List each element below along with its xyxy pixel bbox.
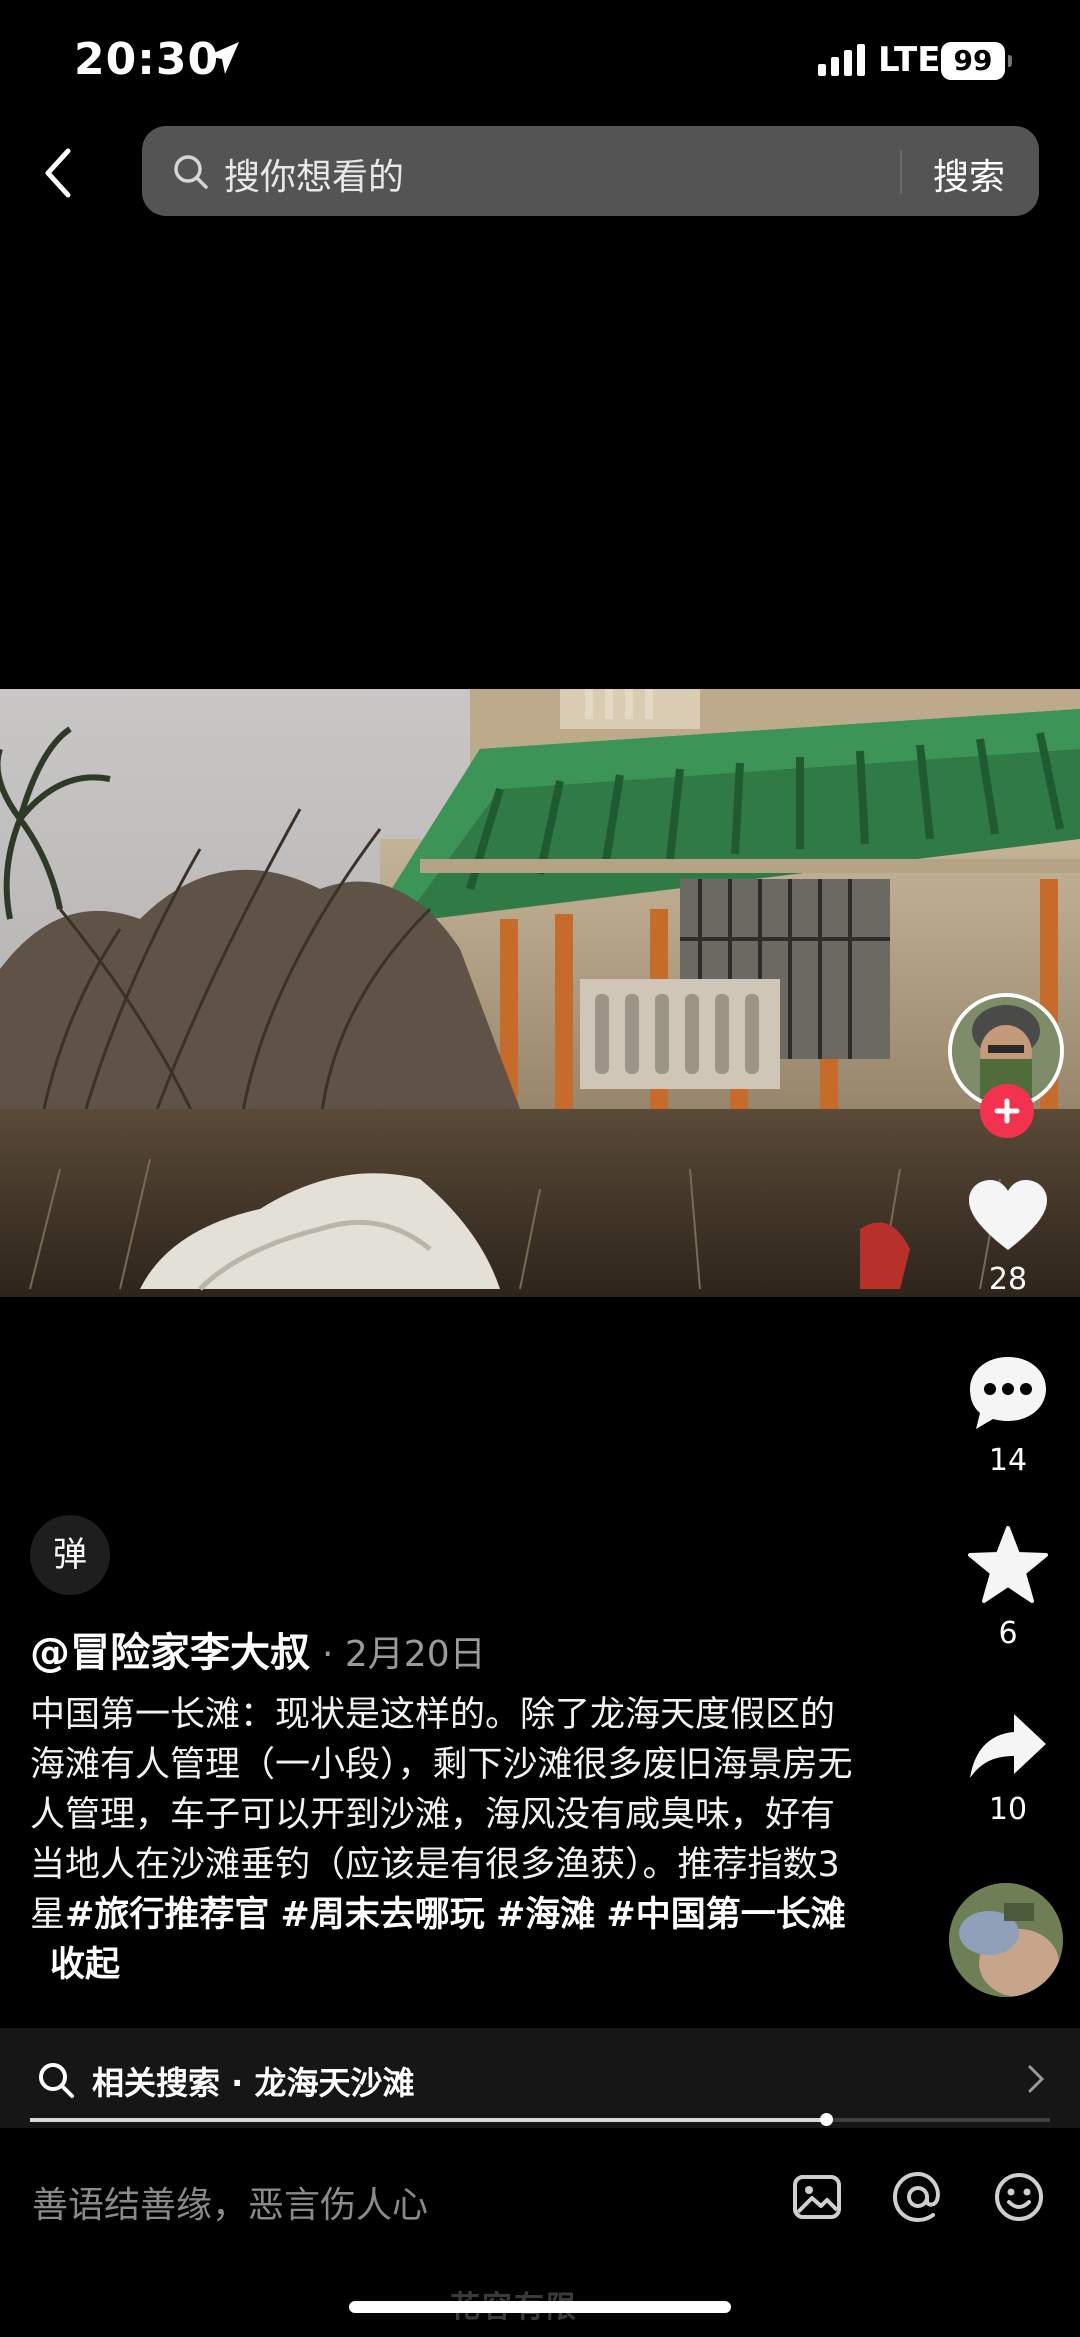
star-icon [968,1526,1048,1603]
hashtag[interactable]: #周末去哪玩 [280,1895,484,1935]
search-button[interactable]: 搜索 [933,148,1005,200]
home-indicator[interactable] [349,2301,731,2313]
progress-knob[interactable] [819,2113,833,2126]
location-arrow-icon [207,42,239,74]
hashtag[interactable]: #旅行推荐官 [65,1895,269,1935]
search-divider [900,150,902,194]
emoji-icon[interactable] [992,2170,1046,2224]
like-count: 28 [988,1262,1028,1297]
mention-at-icon[interactable] [891,2170,945,2224]
network-type: LTE [878,40,941,80]
comment-count: 14 [988,1443,1028,1478]
video-progress-bar[interactable] [30,2113,1050,2126]
share-count: 10 [988,1792,1028,1827]
related-search-text: 相关搜索 · 龙海天沙滩 [92,2064,415,2102]
share-arrow-icon [970,1714,1046,1778]
music-disc[interactable] [949,1883,1063,1997]
follow-button[interactable] [980,1084,1034,1138]
hashtag[interactable]: #中国第一长滩 [606,1895,845,1935]
comment-button[interactable]: 14 [960,1353,1056,1478]
related-search-bar[interactable]: 相关搜索 · 龙海天沙滩 [0,2028,1080,2128]
author-line: @冒险家李大叔 · 2月20日 [30,1620,486,1678]
heart-icon [969,1180,1047,1250]
status-time: 20:30 [74,34,220,85]
video-player[interactable] [0,689,1080,1297]
comment-input[interactable]: 善语结善缘，恶言伤人心 [32,2176,428,2228]
search-bar[interactable]: 搜你想看的 搜索 [142,126,1039,216]
cellular-signal-icon [818,44,865,76]
search-icon [39,2063,74,2098]
battery-indicator: 99 [941,42,1012,80]
video-feed-screen: 20:30 LTE 99 搜你想看的 搜索 28 14 6 10 弹 @冒险家李… [0,0,1080,2337]
favorite-count: 6 [998,1616,1018,1651]
like-button[interactable]: 28 [960,1178,1056,1297]
comment-bubble-icon [970,1357,1046,1429]
collapse-link[interactable]: 收起 [50,1945,120,1985]
post-caption: 中国第一长滩：现状是这样的。除了龙海天度假区的海滩有人管理（一小段），剩下沙滩很… [30,1690,860,1990]
music-disc-image [949,1883,1063,1997]
author-name[interactable]: @冒险家李大叔 [30,1630,310,1676]
progress-fill [30,2118,826,2122]
post-date: · 2月20日 [322,1634,486,1675]
favorite-button[interactable]: 6 [960,1526,1056,1651]
image-picker-icon[interactable] [790,2170,844,2224]
search-icon [174,155,208,189]
status-bar: 20:30 LTE 99 [0,0,1080,120]
chevron-right-icon [1028,2065,1045,2093]
danmaku-toggle-button[interactable]: 弹 [30,1515,110,1595]
search-input[interactable]: 搜你想看的 [224,148,404,200]
hashtag[interactable]: #海滩 [496,1895,595,1935]
plus-icon [994,1098,1020,1124]
back-arrow-icon[interactable] [38,145,78,201]
share-button[interactable]: 10 [960,1710,1056,1827]
